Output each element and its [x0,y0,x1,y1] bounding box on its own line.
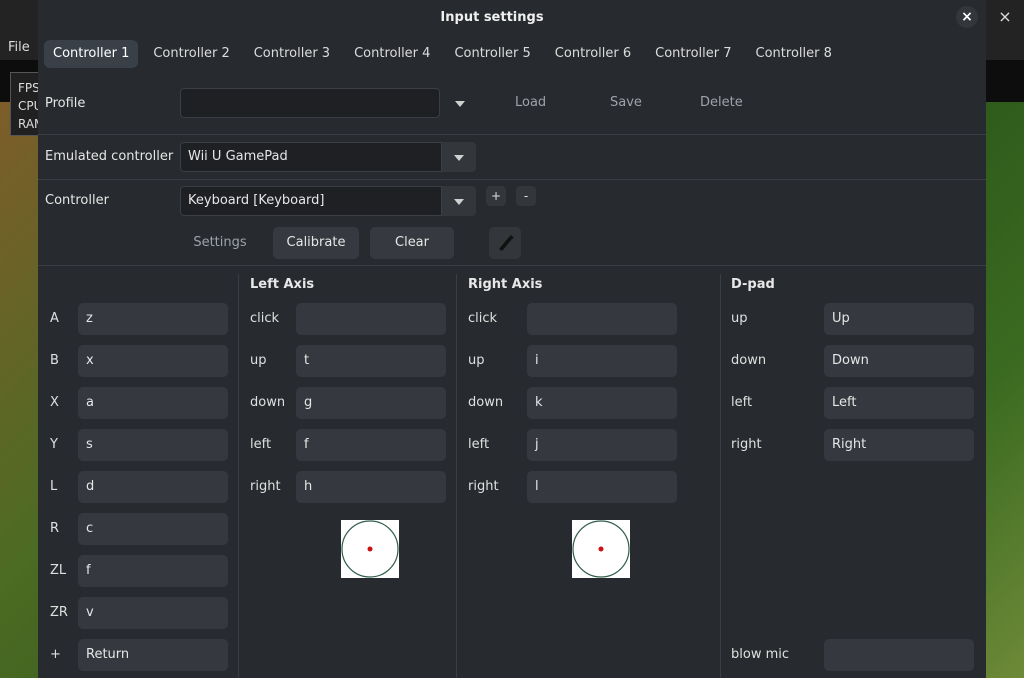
calibrate-button[interactable]: Calibrate [273,227,359,259]
dpad-title: D-pad [731,277,775,292]
right-axis-up-label: up [468,353,485,368]
left-axis-left-label: left [250,437,272,452]
wand-icon-glyph [499,235,514,251]
remove-controller-button[interactable]: - [516,186,536,206]
delete-button[interactable]: Delete [700,95,743,110]
clear-button[interactable]: Clear [370,227,454,259]
right-axis-up-binding[interactable]: i [527,345,677,377]
button-a-label: A [50,311,59,326]
right-stick-circle [572,520,630,578]
tab-controller-1[interactable]: Controller 1 [44,40,139,68]
button-plus-label: + [50,647,61,662]
tab-controller-5[interactable]: Controller 5 [445,40,539,68]
right-axis-right-label: right [468,479,499,494]
controller-select[interactable]: Keyboard [Keyboard] [180,186,442,216]
tab-controller-8[interactable]: Controller 8 [747,40,841,68]
right-axis-title: Right Axis [468,277,543,292]
left-axis-title: Left Axis [250,277,315,292]
emulated-controller-chevron-down-icon[interactable] [442,142,476,172]
left-axis-down-binding[interactable]: g [296,387,446,419]
wand-icon[interactable] [489,227,521,259]
column-divider [238,274,239,678]
button-l-label: L [50,479,58,494]
close-icon[interactable]: × [956,6,978,28]
dialog-title: Input settings [440,10,544,25]
column-divider [720,274,721,678]
right-axis-down-binding[interactable]: k [527,387,677,419]
left-axis-up-label: up [250,353,267,368]
menu-file[interactable]: File [8,40,30,55]
button-l-binding[interactable]: d [78,471,228,503]
dpad-left-binding[interactable]: Left [824,387,974,419]
dpad-right-label: right [731,437,762,452]
right-stick-preview [572,520,630,578]
column-divider [456,274,457,678]
dialog-titlebar: Input settings × [38,0,986,34]
input-settings-dialog: Input settings × Controller 1 Controller… [38,0,986,678]
blow-mic-binding[interactable] [824,639,974,671]
left-axis-click-label: click [250,311,280,326]
dpad-up-binding[interactable]: Up [824,303,974,335]
divider [38,179,986,180]
right-axis-right-binding[interactable]: l [527,471,677,503]
button-plus-binding[interactable]: Return [78,639,228,671]
dpad-right-binding[interactable]: Right [824,429,974,461]
divider [38,265,986,266]
dpad-up-label: up [731,311,748,326]
controller-chevron-down-icon[interactable] [442,186,476,216]
button-zr-label: ZR [50,605,68,620]
left-axis-left-binding[interactable]: f [296,429,446,461]
dpad-left-label: left [731,395,753,410]
tab-controller-2[interactable]: Controller 2 [144,40,238,68]
tab-controller-3[interactable]: Controller 3 [245,40,339,68]
button-zr-binding[interactable]: v [78,597,228,629]
load-button[interactable]: Load [515,95,546,110]
app-close-icon[interactable]: × [994,6,1016,28]
profile-input[interactable] [180,88,440,118]
button-a-binding[interactable]: z [78,303,228,335]
left-axis-click-binding[interactable] [296,303,446,335]
dpad-down-label: down [731,353,767,368]
button-zl-label: ZL [50,563,67,578]
save-button[interactable]: Save [610,95,642,110]
tab-controller-4[interactable]: Controller 4 [345,40,439,68]
button-b-label: B [50,353,59,368]
emulated-controller-select[interactable]: Wii U GamePad [180,142,442,172]
button-b-binding[interactable]: x [78,345,228,377]
button-x-binding[interactable]: a [78,387,228,419]
tab-controller-7[interactable]: Controller 7 [646,40,740,68]
left-axis-down-label: down [250,395,286,410]
right-axis-click-label: click [468,311,498,326]
tab-controller-6[interactable]: Controller 6 [546,40,640,68]
settings-button[interactable]: Settings [186,227,254,259]
divider [38,134,986,135]
profile-label: Profile [45,96,86,111]
controller-label: Controller [45,193,109,208]
left-stick-preview [341,520,399,578]
right-axis-click-binding[interactable] [527,303,677,335]
left-axis-right-binding[interactable]: h [296,471,446,503]
left-axis-up-binding[interactable]: t [296,345,446,377]
dpad-down-binding[interactable]: Down [824,345,974,377]
right-axis-left-label: left [468,437,490,452]
button-y-label: Y [50,437,58,452]
button-y-binding[interactable]: s [78,429,228,461]
button-r-binding[interactable]: c [78,513,228,545]
blow-mic-label: blow mic [731,647,790,662]
add-controller-button[interactable]: + [486,186,506,206]
left-axis-right-label: right [250,479,281,494]
button-x-label: X [50,395,59,410]
button-r-label: R [50,521,60,536]
left-stick-circle [341,520,399,578]
profile-dropdown-chevron-down-icon[interactable] [443,88,477,118]
controller-tabs: Controller 1 Controller 2 Controller 3 C… [44,40,847,70]
emulated-controller-label: Emulated controller [45,149,174,164]
right-axis-down-label: down [468,395,504,410]
right-axis-left-binding[interactable]: j [527,429,677,461]
button-zl-binding[interactable]: f [78,555,228,587]
